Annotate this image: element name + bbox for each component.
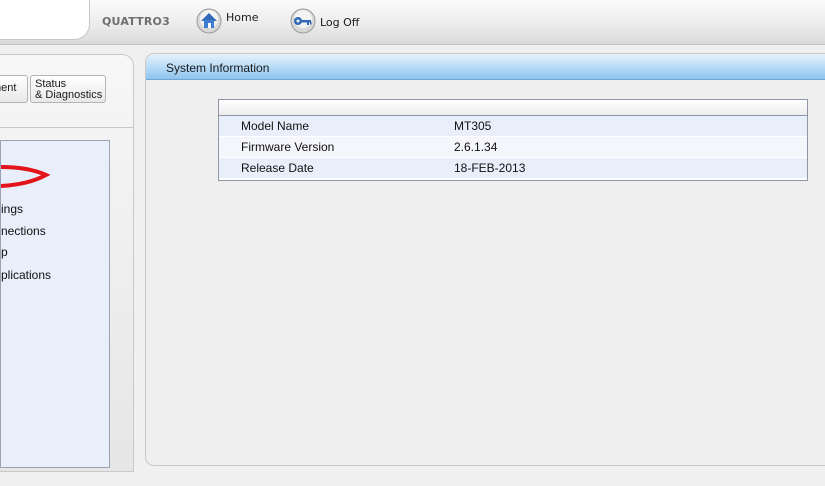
system-info-table: Model Name MT305 Firmware Version 2.6.1.… — [218, 99, 808, 181]
table-row: Model Name MT305 — [219, 116, 807, 137]
brand-swoosh-logo — [1, 165, 51, 188]
sidebar-nav: ings nections p plications — [0, 140, 110, 468]
sidebar-item-settings[interactable]: ings — [1, 202, 23, 216]
panel-header: System Information — [146, 54, 825, 80]
sidebar-divider — [0, 127, 133, 128]
row-value: MT305 — [454, 119, 492, 133]
sidebar-item-3[interactable]: p — [1, 245, 8, 259]
page-title: System Information — [166, 61, 270, 75]
tab-management[interactable]: ment — [0, 75, 28, 103]
sidebar-item-connections[interactable]: nections — [1, 224, 46, 238]
sidebar-item-applications[interactable]: plications — [1, 268, 51, 282]
logo-area — [0, 0, 90, 40]
row-key: Firmware Version — [241, 140, 335, 154]
tab-status-diagnostics[interactable]: Status & Diagnostics — [30, 75, 106, 103]
top-toolbar: QUATTRO3 Home Log Off — [0, 0, 825, 45]
row-key: Model Name — [241, 119, 310, 133]
home-label: Home — [226, 10, 259, 24]
table-header — [219, 100, 807, 116]
table-row: Release Date 18-FEB-2013 — [219, 158, 807, 179]
table-row: Firmware Version 2.6.1.34 — [219, 137, 807, 158]
home-link[interactable]: Home — [196, 8, 258, 34]
home-icon — [196, 8, 222, 34]
row-value: 18-FEB-2013 — [454, 161, 526, 175]
key-icon — [290, 8, 316, 34]
logoff-label: Log Off — [320, 15, 360, 29]
row-key: Release Date — [241, 161, 314, 175]
row-value: 2.6.1.34 — [454, 140, 498, 154]
logoff-link[interactable]: Log Off — [290, 8, 359, 34]
device-name: QUATTRO3 — [102, 15, 170, 28]
